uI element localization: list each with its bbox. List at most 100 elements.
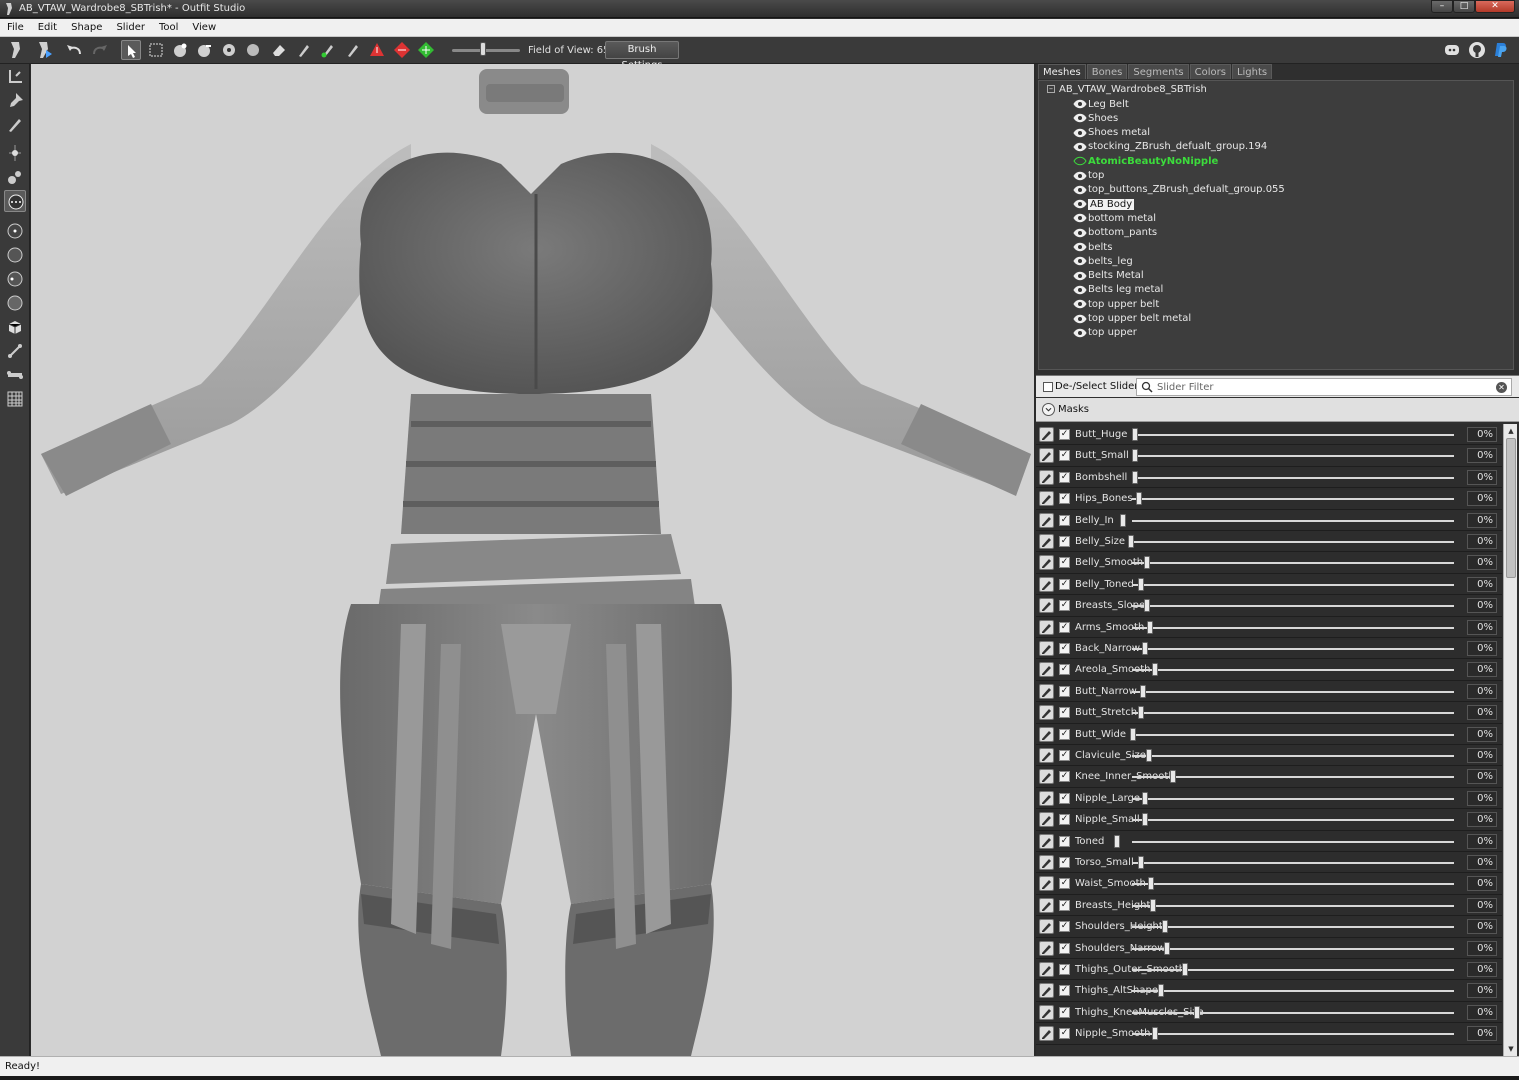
slider-checkbox[interactable]: ✓ (1059, 792, 1070, 804)
scrollbar-thumb[interactable] (1506, 438, 1516, 578)
reference-eye-icon[interactable] (1073, 156, 1087, 166)
slider-checkbox[interactable]: ✓ (1059, 685, 1070, 697)
slider-edit-button[interactable] (1039, 769, 1054, 785)
slider-value[interactable]: 0% (1467, 662, 1497, 678)
eye-icon[interactable] (1073, 128, 1087, 138)
github-icon[interactable] (1468, 41, 1486, 59)
scroll-down-icon[interactable]: ▼ (1506, 1044, 1516, 1054)
slider-edit-button[interactable] (1039, 983, 1054, 999)
eye-icon[interactable] (1073, 199, 1087, 209)
transform-tool-button[interactable] (34, 40, 54, 60)
slider-track[interactable] (1132, 926, 1454, 929)
slider-track[interactable] (1132, 605, 1454, 608)
slider-track[interactable] (1132, 1011, 1454, 1014)
slider-thumb[interactable] (1142, 791, 1148, 805)
slider-track[interactable] (1132, 1033, 1454, 1036)
slider-checkbox[interactable]: ✓ (1059, 643, 1070, 654)
slider-value[interactable]: 0% (1467, 1004, 1497, 1020)
slider-track[interactable] (1132, 883, 1454, 886)
slider-value[interactable]: 0% (1467, 683, 1497, 699)
slider-edit-button[interactable] (1039, 855, 1054, 870)
slider-track[interactable] (1132, 648, 1454, 650)
discord-icon[interactable] (1443, 41, 1461, 59)
slider-edit-button[interactable] (1039, 1004, 1054, 1020)
menu-shape[interactable]: Shape (64, 22, 109, 33)
slider-thumb[interactable] (1138, 706, 1144, 720)
slider-thumb[interactable] (1132, 428, 1138, 441)
eye-icon[interactable] (1073, 328, 1087, 338)
menu-view[interactable]: View (185, 22, 223, 33)
eye-icon[interactable] (1073, 142, 1087, 152)
menu-file[interactable]: File (0, 22, 31, 33)
eye-icon[interactable] (1073, 99, 1087, 109)
mesh-item[interactable]: stocking_ZBrush_defualt_group.194 (1073, 140, 1267, 154)
slider-checkbox[interactable]: ✓ (1059, 921, 1070, 933)
tool-vertex-button[interactable] (4, 142, 26, 164)
3d-viewport[interactable] (31, 64, 1034, 1056)
slider-thumb[interactable] (1146, 749, 1152, 762)
slider-value[interactable]: 0% (1467, 790, 1497, 806)
slider-edit-button[interactable] (1039, 1026, 1054, 1042)
slider-thumb[interactable] (1138, 577, 1144, 591)
slider-track[interactable] (1132, 541, 1454, 543)
mesh-item[interactable]: bottom_pants (1073, 226, 1157, 240)
tool-sphere-4-button[interactable] (4, 292, 26, 314)
slider-value[interactable]: 0% (1467, 876, 1497, 892)
slider-value[interactable]: 0% (1467, 1026, 1497, 1042)
slider-track[interactable] (1132, 498, 1454, 501)
tool-sphere-1-button[interactable] (4, 220, 26, 242)
slider-value[interactable]: 0% (1467, 641, 1497, 656)
tool-brush-circle-button[interactable] (4, 190, 26, 212)
mesh-item[interactable]: top (1073, 169, 1104, 183)
slider-value[interactable]: 0% (1467, 919, 1497, 935)
slider-checkbox[interactable]: ✓ (1059, 493, 1070, 505)
tab-segments[interactable]: Segments (1128, 64, 1189, 79)
eye-icon[interactable] (1073, 228, 1087, 238)
tool-weight-button[interactable] (4, 166, 26, 188)
slider-checkbox[interactable]: ✓ (1059, 707, 1070, 719)
slider-value[interactable]: 0% (1467, 512, 1497, 528)
tree-root[interactable]: – AB_VTAW_Wardrobe8_SBTrish (1047, 84, 1207, 95)
slider-checkbox[interactable]: ✓ (1059, 985, 1070, 997)
slider-track[interactable] (1132, 476, 1454, 479)
slider-thumb[interactable] (1130, 727, 1136, 741)
slider-edit-button[interactable] (1039, 705, 1054, 721)
slider-track[interactable] (1132, 947, 1454, 950)
mesh-item[interactable]: bottom metal (1073, 211, 1156, 225)
slider-checkbox[interactable]: ✓ (1059, 814, 1070, 826)
slider-checkbox[interactable]: ✓ (1059, 771, 1070, 783)
slider-track[interactable] (1132, 712, 1454, 715)
slider-track[interactable] (1132, 990, 1454, 993)
mesh-item[interactable]: Leg Belt (1073, 97, 1129, 111)
tool-sphere-3-button[interactable] (4, 268, 26, 290)
slider-checkbox[interactable]: ✓ (1059, 728, 1070, 740)
slider-track[interactable] (1132, 755, 1454, 757)
slider-value[interactable]: 0% (1467, 448, 1497, 464)
mesh-item[interactable]: Belts leg metal (1073, 283, 1163, 297)
slider-checkbox[interactable]: ✓ (1059, 557, 1070, 569)
scroll-up-icon[interactable]: ▲ (1506, 426, 1516, 436)
slider-checkbox[interactable]: ✓ (1059, 578, 1070, 590)
slider-value[interactable]: 0% (1467, 469, 1497, 485)
slider-edit-button[interactable] (1039, 491, 1054, 507)
slider-checkbox[interactable]: ✓ (1059, 835, 1070, 847)
slider-edit-button[interactable] (1039, 833, 1054, 849)
eye-icon[interactable] (1073, 271, 1087, 281)
eye-icon[interactable] (1073, 171, 1087, 181)
slider-thumb[interactable] (1140, 684, 1146, 698)
slider-edit-button[interactable] (1039, 534, 1054, 549)
minimize-button[interactable]: – (1431, 0, 1453, 13)
mesh-item[interactable]: top upper belt metal (1073, 312, 1191, 326)
slider-thumb[interactable] (1142, 813, 1148, 827)
slider-track[interactable] (1132, 969, 1454, 971)
slider-edit-button[interactable] (1039, 555, 1054, 571)
slider-edit-button[interactable] (1039, 726, 1054, 742)
slider-thumb[interactable] (1194, 1005, 1200, 1019)
slider-thumb[interactable] (1132, 470, 1138, 484)
slider-checkbox[interactable]: ✓ (1059, 514, 1070, 526)
slider-filter-input[interactable]: Slider Filter ✕ (1136, 378, 1512, 396)
slider-thumb[interactable] (1152, 1027, 1158, 1041)
slider-checkbox[interactable]: ✓ (1059, 471, 1070, 483)
slider-value[interactable]: 0% (1467, 769, 1497, 785)
slider-checkbox[interactable]: ✓ (1059, 964, 1070, 975)
